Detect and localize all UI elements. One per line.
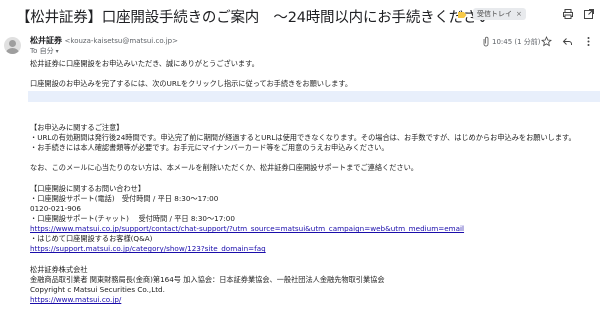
phone-number: 0120-021-906 <box>30 204 81 213</box>
faq-link[interactable]: https://support.matsui.co.jp/category/sh… <box>30 244 266 253</box>
recipient-text: To 自分 <box>30 47 54 55</box>
redacted-url-area <box>28 91 600 102</box>
remove-label-button[interactable]: × <box>516 8 522 20</box>
contact-heading: 【口座開設に関するお問い合わせ】 <box>30 184 146 193</box>
label-arrow-icon <box>458 12 467 18</box>
star-icon[interactable] <box>541 36 552 47</box>
recipient-line[interactable]: To 自分 ▾ <box>30 46 59 56</box>
note-id-documents: ・お手続きには本人確認書類等が必要です。お手元にマイナンバーカード等をご用意のう… <box>30 143 389 152</box>
chevron-down-icon[interactable]: ▾ <box>56 48 59 55</box>
reply-icon[interactable] <box>562 36 573 47</box>
greeting-text: 松井証券に口座開設をお申込みいただき、誠にありがとうございます。 <box>30 59 259 68</box>
email-timestamp: 10:45 (1 分前) <box>492 38 541 46</box>
ignore-notice: なお、このメールに心当たりのない方は、本メールを削除いただくか、松井証券口座開設… <box>30 163 418 172</box>
website-link[interactable]: https://www.matsui.co.jp/ <box>30 295 121 304</box>
email-subject: 【松井証券】口座開設手続きのご案内 〜24時間以内にお手続きください〜 <box>16 10 506 26</box>
copyright-text: Copyright c Matsui Securities Co.,Ltd. <box>30 285 165 294</box>
inbox-label-text: 受信トレイ <box>477 10 512 18</box>
company-name: 松井証券株式会社 <box>30 265 88 274</box>
registration-info: 金融商品取引業者 関東財務局長(金商)第164号 加入協会：日本証券業協会、一般… <box>30 275 385 284</box>
inbox-label-chip[interactable]: 受信トレイ × <box>473 8 526 20</box>
print-icon[interactable] <box>562 8 574 20</box>
phone-support-line: ・口座開設サポート(電話) 受付時間 / 平日 8:30～17:00 <box>30 194 219 203</box>
faq-line: ・はじめて口座開設するお客様(Q&A) <box>30 234 153 243</box>
paperclip-icon <box>483 36 489 47</box>
more-vertical-icon[interactable] <box>583 36 594 47</box>
chat-support-link[interactable]: https://www.matsui.co.jp/support/contact… <box>30 224 464 233</box>
chat-support-line: ・口座開設サポート(チャット) 受付時間 / 平日 8:30～17:00 <box>30 214 235 223</box>
subject-bar: 【松井証券】口座開設手続きのご案内 〜24時間以内にお手続きください〜 受信トレ… <box>0 0 600 28</box>
note-url-expiry: ・URLの有効期間は発行後24時間です。申込完了前に期間が経過するとURLは使用… <box>30 133 576 142</box>
notes-heading: 【お申込みに関するご注意】 <box>30 123 124 132</box>
sender-line: 松井証券 <kouza-kaisetsu@matsui.co.jp> <box>30 35 178 46</box>
sender-name[interactable]: 松井証券 <box>30 36 62 45</box>
user-avatar-icon <box>9 40 16 47</box>
sender-email: <kouza-kaisetsu@matsui.co.jp> <box>64 37 178 45</box>
sender-avatar <box>4 37 21 54</box>
open-in-new-window-icon[interactable] <box>583 8 595 20</box>
instruction-text: 口座開設のお申込みを完了するには、次のURLをクリックし指示に従ってお手続きをお… <box>30 79 353 88</box>
